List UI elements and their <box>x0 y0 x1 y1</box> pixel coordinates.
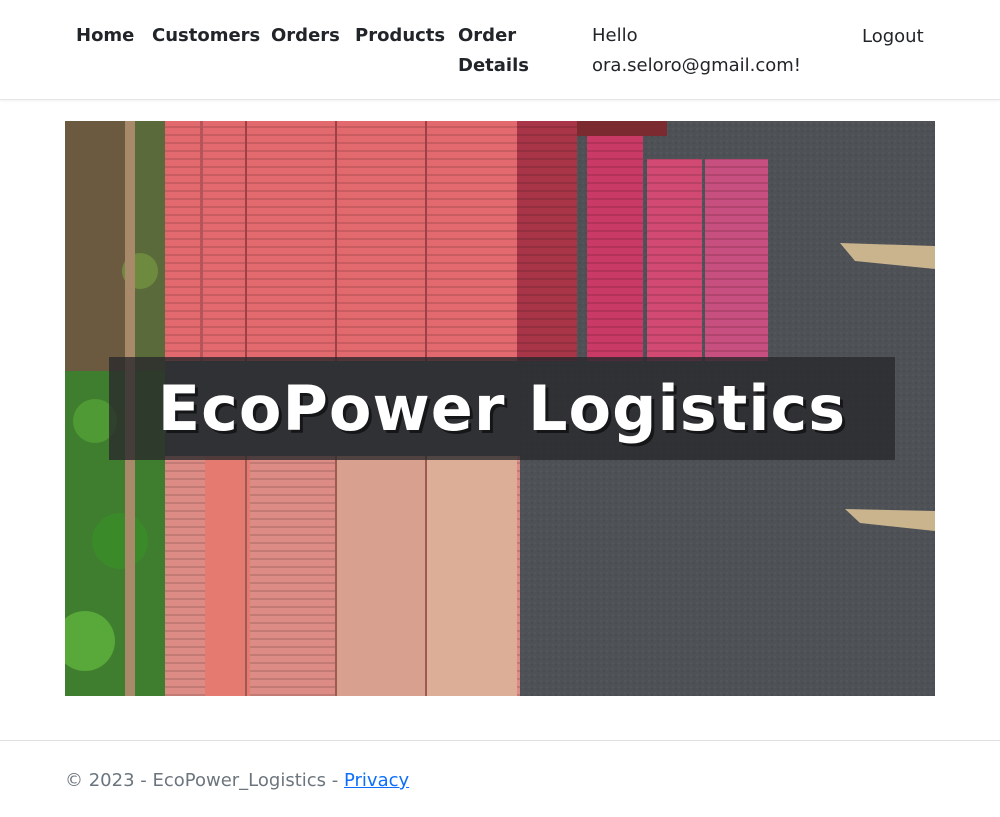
user-greeting: Hello ora.seloro@gmail.com! <box>592 25 802 76</box>
hero-title-band: EcoPower Logistics <box>109 357 895 460</box>
hero-banner: EcoPower Logistics <box>65 121 935 696</box>
copyright-text: © 2023 - EcoPower_Logistics - <box>65 770 344 791</box>
nav-home-link[interactable]: Home <box>76 21 134 51</box>
navbar: Home Customers Orders Products Order Det… <box>0 0 1000 100</box>
logout-button[interactable]: Logout <box>862 22 924 52</box>
nav-customers-link[interactable]: Customers <box>152 21 260 51</box>
footer-copyright: © 2023 - EcoPower_Logistics - Privacy <box>65 768 409 794</box>
footer: © 2023 - EcoPower_Logistics - Privacy <box>0 740 1000 817</box>
nav-order-details-link[interactable]: Order Details <box>458 21 548 81</box>
privacy-link[interactable]: Privacy <box>344 770 409 791</box>
nav-products-link[interactable]: Products <box>355 21 445 51</box>
nav-orders-link[interactable]: Orders <box>271 21 340 51</box>
hero-title: EcoPower Logistics <box>157 372 847 445</box>
